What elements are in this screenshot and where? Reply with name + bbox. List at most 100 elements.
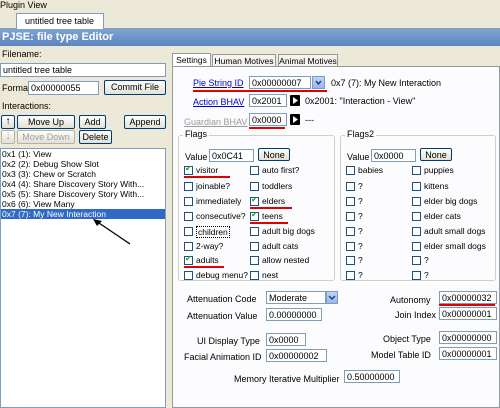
flag2-label: elder big dogs — [424, 196, 478, 206]
attenuation-value-field[interactable]: 0.00000000 — [266, 308, 322, 321]
flags-value-field[interactable]: 0x0C41 — [209, 149, 254, 162]
flag-checkbox[interactable] — [184, 212, 193, 221]
list-item[interactable]: 0x6 (6): View Many — [1, 199, 165, 209]
list-item[interactable]: 0x3 (3): Chew or Scratch — [1, 169, 165, 179]
move-up-arrow-icon[interactable]: ↑ — [1, 115, 15, 129]
memory-iterative-multiplier-field[interactable]: 0.50000000 — [344, 370, 400, 383]
list-item[interactable]: 0x4 (4): Share Discovery Story With... — [1, 179, 165, 189]
play-icon — [293, 97, 298, 104]
pie-string-id-link[interactable]: Pie String ID — [193, 78, 244, 88]
flag-checkbox[interactable] — [184, 197, 193, 206]
flag2-checkbox[interactable] — [346, 271, 355, 280]
guardian-bhav-go-button[interactable] — [290, 114, 300, 125]
flag2-label: puppies — [424, 165, 454, 175]
annotation-underline — [250, 207, 292, 209]
flag2-checkbox[interactable] — [346, 197, 355, 206]
guardian-bhav-desc: --- — [305, 115, 314, 125]
flag-checkbox[interactable] — [250, 182, 259, 191]
document-tab[interactable]: untitled tree table — [16, 13, 104, 29]
filename-label: Filename: — [2, 49, 42, 59]
attenuation-code-dropdown-button[interactable] — [326, 291, 338, 304]
flag-checkbox[interactable] — [184, 242, 193, 251]
move-up-button[interactable]: Move Up — [17, 115, 75, 129]
list-item[interactable]: 0x1 (1): View — [1, 149, 165, 159]
flag-checkbox[interactable] — [184, 254, 193, 265]
flags-none-button[interactable]: None — [258, 148, 290, 161]
guardian-bhav-field[interactable]: 0x0000 — [249, 113, 287, 126]
append-button[interactable]: Append — [124, 115, 166, 129]
flag2-label: ? — [358, 270, 363, 280]
flag2-checkbox[interactable] — [412, 242, 421, 251]
flag-label: debug menu? — [196, 270, 248, 280]
flag2-checkbox[interactable] — [412, 212, 421, 221]
flag2-checkbox[interactable] — [346, 256, 355, 265]
flag2-label: ? — [358, 181, 363, 191]
flag2-checkbox[interactable] — [346, 166, 355, 175]
list-item[interactable]: 0x5 (5): Share Discovery Story With... — [1, 189, 165, 199]
model-table-id-field[interactable]: 0x00000001 — [439, 347, 497, 360]
flag2-label: ? — [358, 196, 363, 206]
pie-string-desc: 0x7 (7): My New Interaction — [331, 78, 442, 88]
flag-label: adults — [196, 255, 219, 265]
attenuation-code-select[interactable]: Moderate — [266, 291, 326, 304]
interactions-list[interactable]: 0x1 (1): View 0x2 (2): Debug Show Slot 0… — [0, 148, 166, 408]
action-bhav-go-button[interactable] — [290, 95, 300, 106]
delete-button[interactable]: Delete — [79, 130, 112, 144]
flag2-checkbox[interactable] — [412, 182, 421, 191]
flag-checkbox[interactable] — [184, 164, 193, 175]
flag2-checkbox[interactable] — [412, 256, 421, 265]
action-bhav-field[interactable]: 0x2001 — [249, 94, 287, 107]
action-bhav-link[interactable]: Action BHAV — [193, 97, 244, 107]
flags2-title: Flags2 — [345, 129, 377, 139]
tab-settings[interactable]: Settings — [172, 53, 211, 67]
flag2-checkbox[interactable] — [346, 242, 355, 251]
flags2-none-button[interactable]: None — [420, 148, 452, 161]
flag2-label: ? — [358, 255, 363, 265]
attenuation-code-label: Attenuation Code — [187, 294, 257, 304]
add-button[interactable]: Add — [79, 115, 106, 129]
flag2-checkbox[interactable] — [412, 166, 421, 175]
move-down-button[interactable]: Move Down — [17, 130, 75, 144]
flag-checkbox[interactable] — [250, 256, 259, 265]
format-field[interactable]: 0x00000055 — [28, 81, 99, 95]
annotation-underline — [184, 266, 224, 268]
flag-checkbox[interactable] — [250, 227, 259, 236]
flag2-checkbox[interactable] — [412, 227, 421, 236]
move-down-arrow-icon[interactable]: ↓ — [1, 130, 15, 144]
list-item-selected[interactable]: 0x7 (7): My New Interaction — [1, 209, 165, 219]
model-table-id-label: Model Table ID — [371, 350, 431, 360]
flag-label: 2-way? — [196, 241, 224, 251]
flag-checkbox[interactable] — [250, 210, 259, 221]
guardian-bhav-link[interactable]: Guardian BHAV — [184, 117, 247, 127]
join-index-field[interactable]: 0x00000001 — [439, 307, 497, 320]
flag2-checkbox[interactable] — [412, 197, 421, 206]
flag-checkbox[interactable] — [184, 227, 193, 236]
annotation-underline — [439, 304, 495, 306]
flag-label: elders — [262, 196, 286, 206]
flag-checkbox[interactable] — [250, 166, 259, 175]
filename-field[interactable]: untitled tree table — [0, 63, 166, 77]
flags2-value-field[interactable]: 0x0000 — [371, 149, 416, 162]
format-label: Format — [2, 83, 31, 93]
autonomy-field[interactable]: 0x00000032 — [439, 291, 497, 304]
flag-label: adult cats — [262, 241, 299, 251]
flag-checkbox[interactable] — [184, 182, 193, 191]
chevron-down-icon — [315, 80, 322, 86]
ui-display-type-label: UI Display Type — [197, 336, 260, 346]
flag2-checkbox[interactable] — [346, 227, 355, 236]
flag2-checkbox[interactable] — [346, 212, 355, 221]
flag2-checkbox[interactable] — [346, 182, 355, 191]
object-type-field[interactable]: 0x00000000 — [439, 331, 497, 344]
flag-checkbox[interactable] — [250, 195, 259, 206]
flag-checkbox[interactable] — [250, 242, 259, 251]
flag-checkbox[interactable] — [184, 271, 193, 280]
commit-file-button[interactable]: Commit File — [104, 80, 166, 95]
list-item[interactable]: 0x2 (2): Debug Show Slot — [1, 159, 165, 169]
action-bhav-desc: 0x2001: "Interaction - View" — [305, 96, 416, 106]
pie-string-dropdown-button[interactable] — [312, 76, 325, 89]
facial-animation-id-field[interactable]: 0x00000002 — [266, 349, 327, 362]
ui-display-type-field[interactable]: 0x0000 — [266, 333, 306, 346]
pie-string-id-field[interactable]: 0x00000007 — [249, 76, 311, 89]
flag-checkbox[interactable] — [250, 271, 259, 280]
flag2-checkbox[interactable] — [412, 271, 421, 280]
